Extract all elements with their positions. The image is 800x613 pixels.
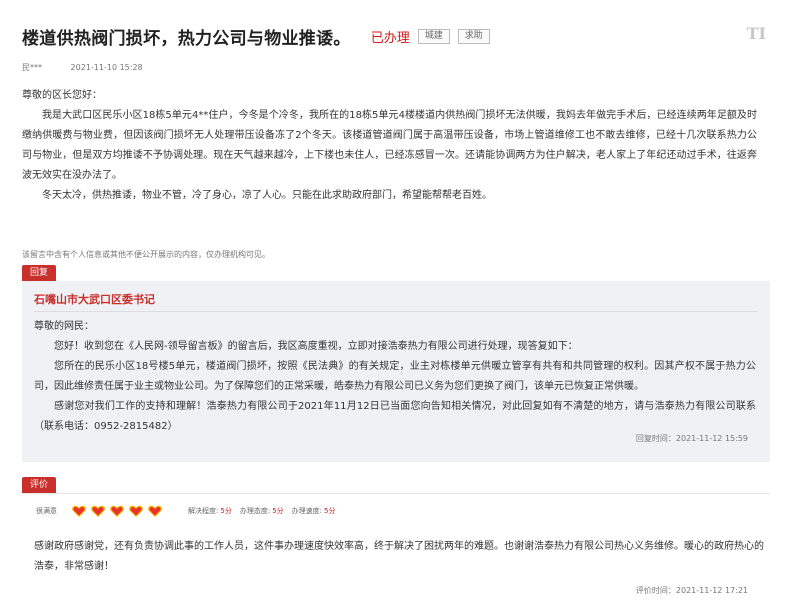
font-size-icon[interactable]: TI: [747, 24, 766, 43]
reply-organization: 石嘴山市大武口区委书记: [34, 293, 155, 306]
message-paragraph: 我是大武口区民乐小区18栋5单元4**住户，今冬是个冷冬，我所在的18栋5单元4…: [22, 110, 757, 181]
rating-item-label: 解决程度:: [188, 507, 219, 515]
reply-paragraph: 感谢您对我们工作的支持和理解！浩泰热力有限公司于2021年11月12日已当面您向…: [34, 401, 756, 432]
rating-item-score: 5分: [324, 507, 336, 515]
message-detail-page: 楼道供热阀门损坏，热力公司与物业推诿。 已办理 城建 求助 TI 民*** 20…: [0, 0, 800, 613]
message-meta: 民*** 2021-11-10 15:28: [22, 62, 143, 73]
rating-badge: 评价: [22, 477, 57, 493]
heart-icon: [147, 503, 163, 519]
author-name: 民***: [22, 63, 42, 72]
rating-item-score: 5分: [272, 507, 284, 515]
privacy-notice: 该留言中含有个人信息或其他不便公开展示的内容，仅办理机构可见。: [22, 250, 270, 259]
rating-item-speed: 办理速度: 5分: [292, 506, 336, 516]
heart-icon: [90, 503, 106, 519]
rating-item-label: 办理态度:: [239, 507, 271, 515]
category-tag-help[interactable]: 求助: [457, 29, 490, 44]
heart-icon: [71, 503, 87, 519]
title-row: 楼道供热阀门损坏，热力公司与物业推诿。 已办理 城建 求助: [22, 24, 490, 49]
page-title: 楼道供热阀门损坏，热力公司与物业推诿。: [22, 29, 351, 49]
reply-panel: 石嘴山市大武口区委书记 尊敬的网民： 您好！收到您在《人民网-领导留言板》的留言…: [22, 281, 770, 462]
rating-time: 评价时间：2021-11-12 17:21: [635, 586, 748, 595]
reply-paragraph: 您所在的民乐小区18号楼5单元，楼道阀门损坏，按照《民法典》的有关规定，业主对栋…: [34, 361, 756, 392]
reply-paragraph: 您好！收到您在《人民网-领导留言板》的留言后，我区高度重视，立即对接浩泰热力有限…: [54, 341, 578, 352]
rating-item-score: 5分: [220, 507, 232, 515]
reply-badge: 回复: [22, 265, 57, 281]
message-paragraph: 冬天太冷，供热推诿，物业不管，冷了身心，凉了人心。只能在此求助政府部门，希望能帮…: [42, 190, 492, 201]
category-tag-urban[interactable]: 城建: [417, 29, 450, 44]
rating-item-attitude: 办理态度: 5分: [240, 506, 284, 516]
rating-comment: 感谢政府感谢党，还有负责协调此事的工作人员，这件事办理速度快效率高，终于解决了困…: [34, 541, 764, 572]
rating-item-label: 办理速度:: [291, 507, 323, 515]
reply-body: 尊敬的网民： 您好！收到您在《人民网-领导留言板》的留言后，我区高度重视，立即对…: [34, 317, 756, 437]
reply-greeting: 尊敬的网民：: [34, 321, 94, 332]
rating-summary: 很满意 解决程度: 5分 办理态度: 5分 办理速度: 5分: [36, 503, 343, 519]
reply-divider: [34, 311, 758, 312]
heart-icon: [128, 503, 144, 519]
message-body: 尊敬的区长您好： 我是大武口区民乐小区18栋5单元4**住户，今冬是个冷冬，我所…: [22, 86, 757, 206]
heart-rating: [71, 503, 166, 519]
reply-time: 回复时间：2021-11-12 15:59: [635, 434, 748, 443]
satisfaction-level: 很满意: [36, 507, 57, 515]
heart-icon: [109, 503, 125, 519]
status-label: 已办理: [370, 31, 410, 46]
post-date: 2021-11-10 15:28: [70, 63, 143, 72]
rating-divider: [22, 493, 770, 494]
rating-item-resolution: 解决程度: 5分: [188, 506, 232, 516]
message-greeting: 尊敬的区长您好：: [22, 90, 102, 101]
